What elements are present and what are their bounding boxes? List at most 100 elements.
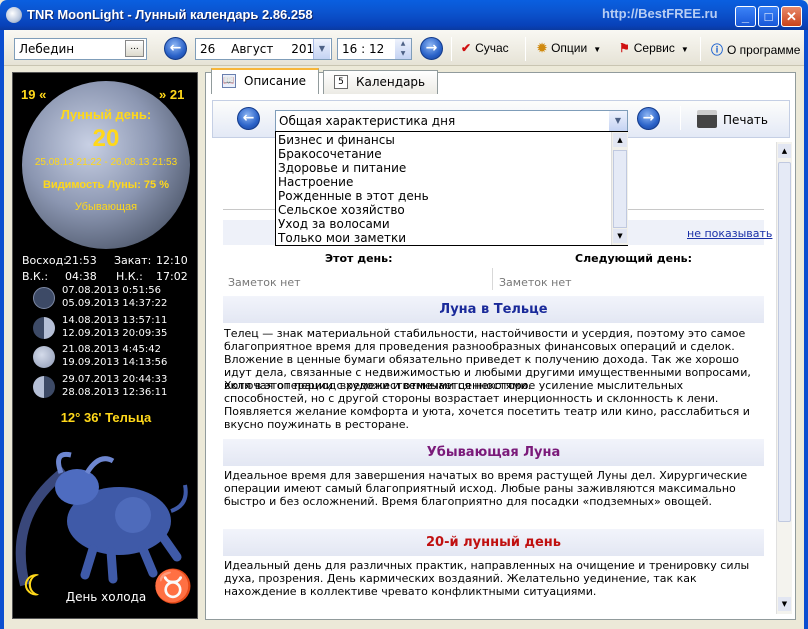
dropdown-option[interactable]: Только мои заметки (278, 231, 406, 245)
category-dropdown-button[interactable]: ▼ (609, 111, 627, 131)
date-month[interactable]: Август (231, 42, 273, 56)
chevron-down-icon: ▼ (593, 45, 602, 54)
date-dropdown-button[interactable]: ▼ (313, 39, 330, 59)
options-menu[interactable]: ✹ Опции ▼ (537, 41, 601, 55)
phase-date: 21.08.2013 4:45:42 (62, 344, 161, 355)
dropdown-option[interactable]: Бракосочетание (278, 147, 382, 161)
dropdown-scrollbar[interactable]: ▲ ▼ (611, 132, 628, 245)
moon-phase: Убывающая (74, 201, 138, 213)
app-moon-icon (6, 7, 22, 23)
category-select[interactable]: Общая характеристика дня (275, 110, 628, 132)
window-frame-left (0, 30, 4, 629)
gear-icon: ✹ (537, 41, 548, 55)
phase-date: 05.09.2013 14:37:22 (62, 298, 168, 309)
section-title: Убывающая Луна (223, 439, 764, 466)
scroll-thumb[interactable] (778, 162, 791, 522)
this-day-label: Этот день: (325, 252, 393, 265)
vk-time: 04:38 (65, 270, 97, 283)
hide-notes-link[interactable]: не показывать (687, 227, 772, 240)
info-icon: ⓘ (711, 43, 724, 57)
spin-up-icon[interactable]: ▲ (401, 40, 406, 47)
close-button[interactable]: ✕ (781, 6, 802, 27)
toolbar-separator (680, 106, 681, 130)
new-moon-icon (33, 287, 55, 309)
time-spinner[interactable]: ▲ ▼ (395, 39, 411, 59)
scroll-up-icon[interactable]: ▲ (613, 133, 627, 147)
nk-label: Н.К.: (116, 270, 143, 283)
calendar-icon: 5 (334, 75, 348, 89)
next-lunar-day-link[interactable]: » 21 (159, 87, 184, 102)
next-day-button[interactable]: → (420, 37, 443, 60)
tab-calendar-label: Календарь (356, 75, 426, 89)
arrow-left-icon: ← (242, 110, 255, 126)
dropdown-option[interactable]: Здоровье и питание (278, 161, 406, 175)
set-time: 12:10 (156, 254, 188, 267)
checkmark-icon: ✔ (461, 41, 472, 55)
lunar-day-label: Лунный день: (60, 107, 152, 122)
tab-description-label: Описание (244, 74, 307, 88)
toolbar-separator (525, 37, 526, 61)
book-icon: 📖 (222, 74, 236, 88)
scroll-down-icon[interactable]: ▼ (613, 229, 627, 243)
chevron-down-icon: ▼ (680, 45, 689, 54)
prev-lunar-day-link[interactable]: 19 « (21, 87, 46, 102)
favorite-label: Сучас (475, 41, 509, 55)
service-label: Сервис (633, 41, 675, 55)
next-day-label: Следующий день: (575, 252, 693, 265)
toolbar-separator (451, 37, 452, 61)
maximize-button[interactable]: □ (758, 6, 779, 27)
phase-date: 28.08.2013 12:36:11 (62, 387, 168, 398)
dropdown-option[interactable]: Сельское хозяйство (278, 203, 405, 217)
rise-time: 21:53 (65, 254, 97, 267)
divider (492, 268, 493, 290)
toolbar-separator (700, 37, 701, 61)
dropdown-option[interactable]: Уход за волосами (278, 217, 390, 231)
flag-icon: ⚑ (619, 41, 630, 55)
city-select-button[interactable]: ... (125, 40, 144, 57)
next-category-button[interactable]: → (637, 107, 660, 130)
content-scrollbar[interactable]: ▲ ▼ (776, 142, 792, 614)
scroll-down-icon[interactable]: ▼ (778, 597, 791, 611)
dropdown-option[interactable]: Рожденные в этот день (278, 189, 429, 203)
printer-icon[interactable] (697, 110, 717, 128)
next-day-notes: Заметок нет (499, 276, 572, 289)
tab-description[interactable]: 📖 Описание (211, 68, 320, 94)
tab-calendar[interactable]: 5 Календарь (323, 70, 439, 94)
section-title: Луна в Тельце (223, 296, 764, 323)
minimize-button[interactable]: _ (735, 6, 756, 27)
phase-date: 12.09.2013 20:09:35 (62, 328, 168, 339)
date-field[interactable]: 26 Август 2013 (195, 38, 332, 60)
full-moon-icon (33, 346, 55, 368)
service-menu[interactable]: ⚑ Сервис ▼ (619, 41, 689, 55)
category-dropdown-list[interactable]: Бизнес и финансы Бракосочетание Здоровье… (275, 131, 628, 246)
scroll-up-icon[interactable]: ▲ (778, 144, 791, 158)
previous-category-button[interactable]: ← (237, 107, 260, 130)
lunar-day-number: 20 (92, 125, 120, 152)
dropdown-option[interactable]: Бизнес и финансы (278, 133, 395, 147)
lunar-day-range: 25.08.13 21:22 - 26.08.13 21:53 (34, 157, 178, 168)
last-quarter-icon (33, 376, 55, 398)
print-button[interactable]: Печать (723, 113, 768, 127)
dropdown-option[interactable]: Настроение (278, 175, 353, 189)
spin-down-icon[interactable]: ▼ (401, 50, 406, 57)
previous-day-button[interactable]: ← (164, 37, 187, 60)
favorite-button[interactable]: ✔ Сучас (461, 41, 509, 55)
chevron-down-icon: ▼ (614, 116, 622, 125)
section-text: Хотя в этот период времени и отмечается … (224, 379, 750, 431)
chevron-down-icon: ▼ (318, 44, 326, 53)
section-text: Идеальный день для различных практик, на… (224, 559, 750, 598)
zodiac-position: 12° 36' Тельца (60, 410, 152, 425)
arrow-left-icon: ← (169, 40, 182, 56)
phase-date: 14.08.2013 13:57:11 (62, 315, 168, 326)
section-text: Идеальное время для завершения начатых в… (224, 469, 748, 508)
phase-date: 07.08.2013 0:51:56 (62, 285, 161, 296)
scroll-thumb[interactable] (613, 150, 627, 228)
date-day[interactable]: 26 (200, 42, 215, 56)
phase-date: 19.09.2013 14:13:56 (62, 357, 168, 368)
about-button[interactable]: ⓘ О программе (711, 41, 800, 58)
arrow-right-icon: → (642, 110, 655, 126)
set-label: Закат: (114, 254, 152, 267)
window-frame-right (804, 30, 808, 629)
section-title: 20-й лунный день (223, 529, 764, 556)
phase-date: 29.07.2013 20:44:33 (62, 374, 168, 385)
